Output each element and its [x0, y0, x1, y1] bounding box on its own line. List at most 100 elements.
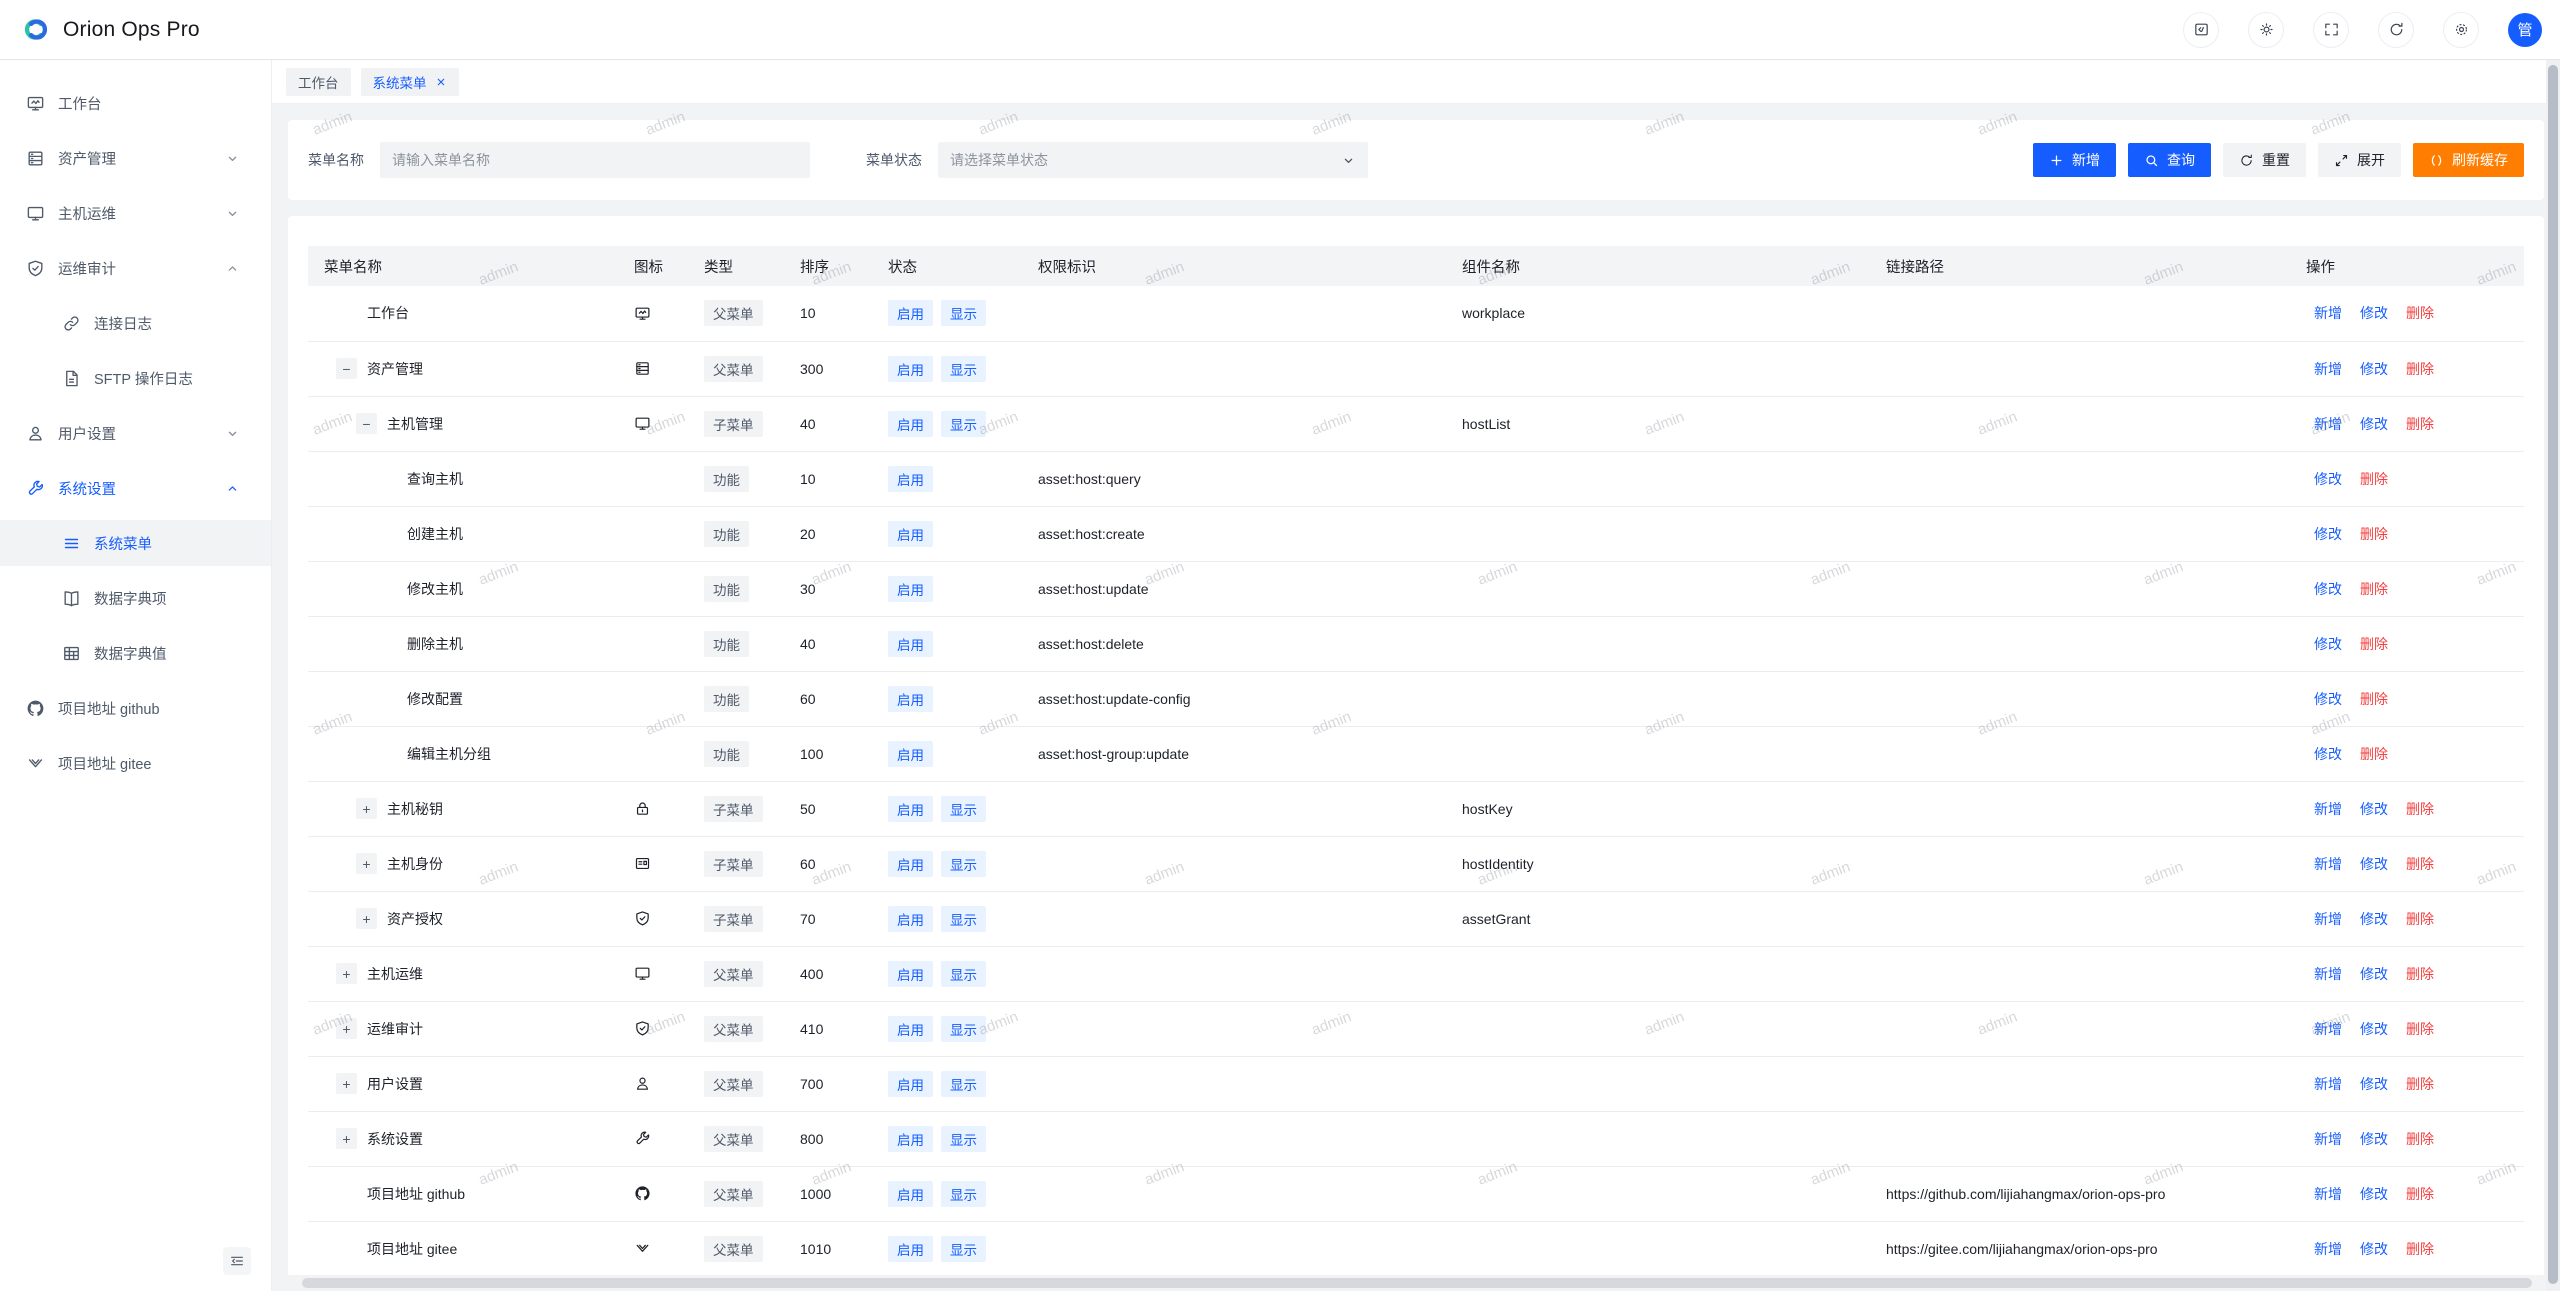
op-delete-link[interactable]: 删除 [2360, 691, 2388, 707]
op-edit-link[interactable]: 修改 [2314, 581, 2342, 597]
op-delete-link[interactable]: 删除 [2360, 471, 2388, 487]
op-edit-link[interactable]: 修改 [2360, 361, 2388, 377]
op-delete-link[interactable]: 删除 [2406, 361, 2434, 377]
code-button[interactable] [2183, 12, 2219, 48]
op-edit-link[interactable]: 修改 [2360, 1131, 2388, 1147]
button-label: 展开 [2357, 150, 2385, 170]
reset-button[interactable]: 重置 [2223, 143, 2306, 177]
cell-permission [1022, 891, 1446, 946]
sidebar-item-ops-audit[interactable]: 运维审计 [0, 245, 271, 291]
vertical-scrollbar[interactable] [2546, 60, 2560, 1291]
op-add-link[interactable]: 新增 [2314, 856, 2342, 872]
op-add-link[interactable]: 新增 [2314, 1131, 2342, 1147]
op-delete-link[interactable]: 删除 [2360, 636, 2388, 652]
expand-toggle[interactable]: − [356, 413, 377, 434]
sidebar-item-workplace[interactable]: 工作台 [0, 80, 271, 126]
user-avatar[interactable]: 管 [2508, 13, 2542, 47]
tab-系统菜单[interactable]: 系统菜单 [361, 68, 459, 96]
op-delete-link[interactable]: 删除 [2406, 1241, 2434, 1257]
op-add-link[interactable]: 新增 [2314, 911, 2342, 927]
op-edit-link[interactable]: 修改 [2314, 636, 2342, 652]
settings-button[interactable] [2443, 12, 2479, 48]
op-edit-link[interactable]: 修改 [2360, 911, 2388, 927]
op-edit-link[interactable]: 修改 [2314, 746, 2342, 762]
op-delete-link[interactable]: 删除 [2406, 801, 2434, 817]
sidebar-item-github[interactable]: 项目地址 github [0, 685, 271, 731]
op-delete-link[interactable]: 删除 [2360, 746, 2388, 762]
sidebar-item-user-settings[interactable]: 用户设置 [0, 410, 271, 456]
op-delete-link[interactable]: 删除 [2360, 581, 2388, 597]
menu-name-input[interactable] [380, 142, 810, 178]
op-delete-link[interactable]: 删除 [2406, 1021, 2434, 1037]
expand-toggle[interactable]: + [336, 963, 357, 984]
sidebar-item-dict-keys[interactable]: 数据字典项 [0, 575, 271, 621]
op-delete-link[interactable]: 删除 [2406, 856, 2434, 872]
sidebar-item-sftp-log[interactable]: SFTP 操作日志 [0, 355, 271, 401]
tab-工作台[interactable]: 工作台 [286, 68, 351, 96]
op-add-link[interactable]: 新增 [2314, 361, 2342, 377]
op-add-link[interactable]: 新增 [2314, 1021, 2342, 1037]
op-add-link[interactable]: 新增 [2314, 416, 2342, 432]
op-edit-link[interactable]: 修改 [2360, 1186, 2388, 1202]
op-edit-link[interactable]: 修改 [2360, 856, 2388, 872]
op-add-link[interactable]: 新增 [2314, 1076, 2342, 1092]
op-add-link[interactable]: 新增 [2314, 966, 2342, 982]
op-edit-link[interactable]: 修改 [2314, 691, 2342, 707]
op-delete-link[interactable]: 删除 [2406, 911, 2434, 927]
expand-toggle[interactable]: + [336, 1018, 357, 1039]
content: 菜单名称 菜单状态 请选择菜单状态 新增查询重置展开刷新缓存 [272, 104, 2560, 1291]
menu-name-text: 资产授权 [387, 909, 443, 929]
cell-icon [618, 726, 688, 781]
sidebar-item-asset-manage[interactable]: 资产管理 [0, 135, 271, 181]
sidebar-item-connect-log[interactable]: 连接日志 [0, 300, 271, 346]
op-delete-link[interactable]: 删除 [2406, 1131, 2434, 1147]
vertical-scrollbar-thumb[interactable] [2548, 65, 2558, 1284]
expand-toggle[interactable]: + [336, 1073, 357, 1094]
op-delete-link[interactable]: 删除 [2406, 966, 2434, 982]
op-edit-link[interactable]: 修改 [2360, 1076, 2388, 1092]
op-edit-link[interactable]: 修改 [2360, 966, 2388, 982]
op-edit-link[interactable]: 修改 [2314, 526, 2342, 542]
op-add-link[interactable]: 新增 [2314, 1241, 2342, 1257]
menu-name: +主机运维 [324, 963, 602, 984]
op-delete-link[interactable]: 删除 [2406, 416, 2434, 432]
sidebar-item-gitee[interactable]: 项目地址 gitee [0, 740, 271, 786]
expand-toggle[interactable]: + [356, 853, 377, 874]
expand-toggle[interactable]: + [356, 908, 377, 929]
horizontal-scrollbar[interactable] [302, 1278, 2532, 1288]
query-button[interactable]: 查询 [2128, 143, 2211, 177]
cell-sort: 70 [784, 891, 872, 946]
sidebar-collapse-button[interactable] [223, 1247, 251, 1275]
op-delete-link[interactable]: 删除 [2406, 1186, 2434, 1202]
sidebar-item-system-menu[interactable]: 系统菜单 [0, 520, 271, 566]
sidebar-item-host-ops[interactable]: 主机运维 [0, 190, 271, 236]
op-edit-link[interactable]: 修改 [2360, 1021, 2388, 1037]
op-delete-link[interactable]: 删除 [2360, 526, 2388, 542]
expand-toggle[interactable]: − [336, 358, 357, 379]
expand-button[interactable]: 展开 [2318, 143, 2401, 177]
theme-button[interactable] [2248, 12, 2284, 48]
sidebar-item-system-settings[interactable]: 系统设置 [0, 465, 271, 511]
op-edit-link[interactable]: 修改 [2314, 471, 2342, 487]
status-tag: 启用 [888, 631, 933, 657]
expand-toggle[interactable]: + [356, 798, 377, 819]
menu-name: +运维审计 [324, 1018, 602, 1039]
safe-icon [634, 1020, 651, 1037]
op-edit-link[interactable]: 修改 [2360, 801, 2388, 817]
op-add-link[interactable]: 新增 [2314, 1186, 2342, 1202]
add-button[interactable]: 新增 [2033, 143, 2116, 177]
op-edit-link[interactable]: 修改 [2360, 1241, 2388, 1257]
menu-status-select[interactable]: 请选择菜单状态 [938, 142, 1368, 178]
op-delete-link[interactable]: 删除 [2406, 305, 2434, 321]
op-edit-link[interactable]: 修改 [2360, 416, 2388, 432]
op-add-link[interactable]: 新增 [2314, 801, 2342, 817]
op-delete-link[interactable]: 删除 [2406, 1076, 2434, 1092]
refresh-button[interactable] [2378, 12, 2414, 48]
fullscreen-button[interactable] [2313, 12, 2349, 48]
op-edit-link[interactable]: 修改 [2360, 305, 2388, 321]
refresh-cache-button[interactable]: 刷新缓存 [2413, 143, 2524, 177]
expand-toggle[interactable]: + [336, 1128, 357, 1149]
sidebar-menu: 工作台资产管理主机运维运维审计连接日志 SFTP 操作日志用户设置系统设置系统菜单… [0, 60, 271, 786]
op-add-link[interactable]: 新增 [2314, 305, 2342, 321]
sidebar-item-dict-values[interactable]: 数据字典值 [0, 630, 271, 676]
